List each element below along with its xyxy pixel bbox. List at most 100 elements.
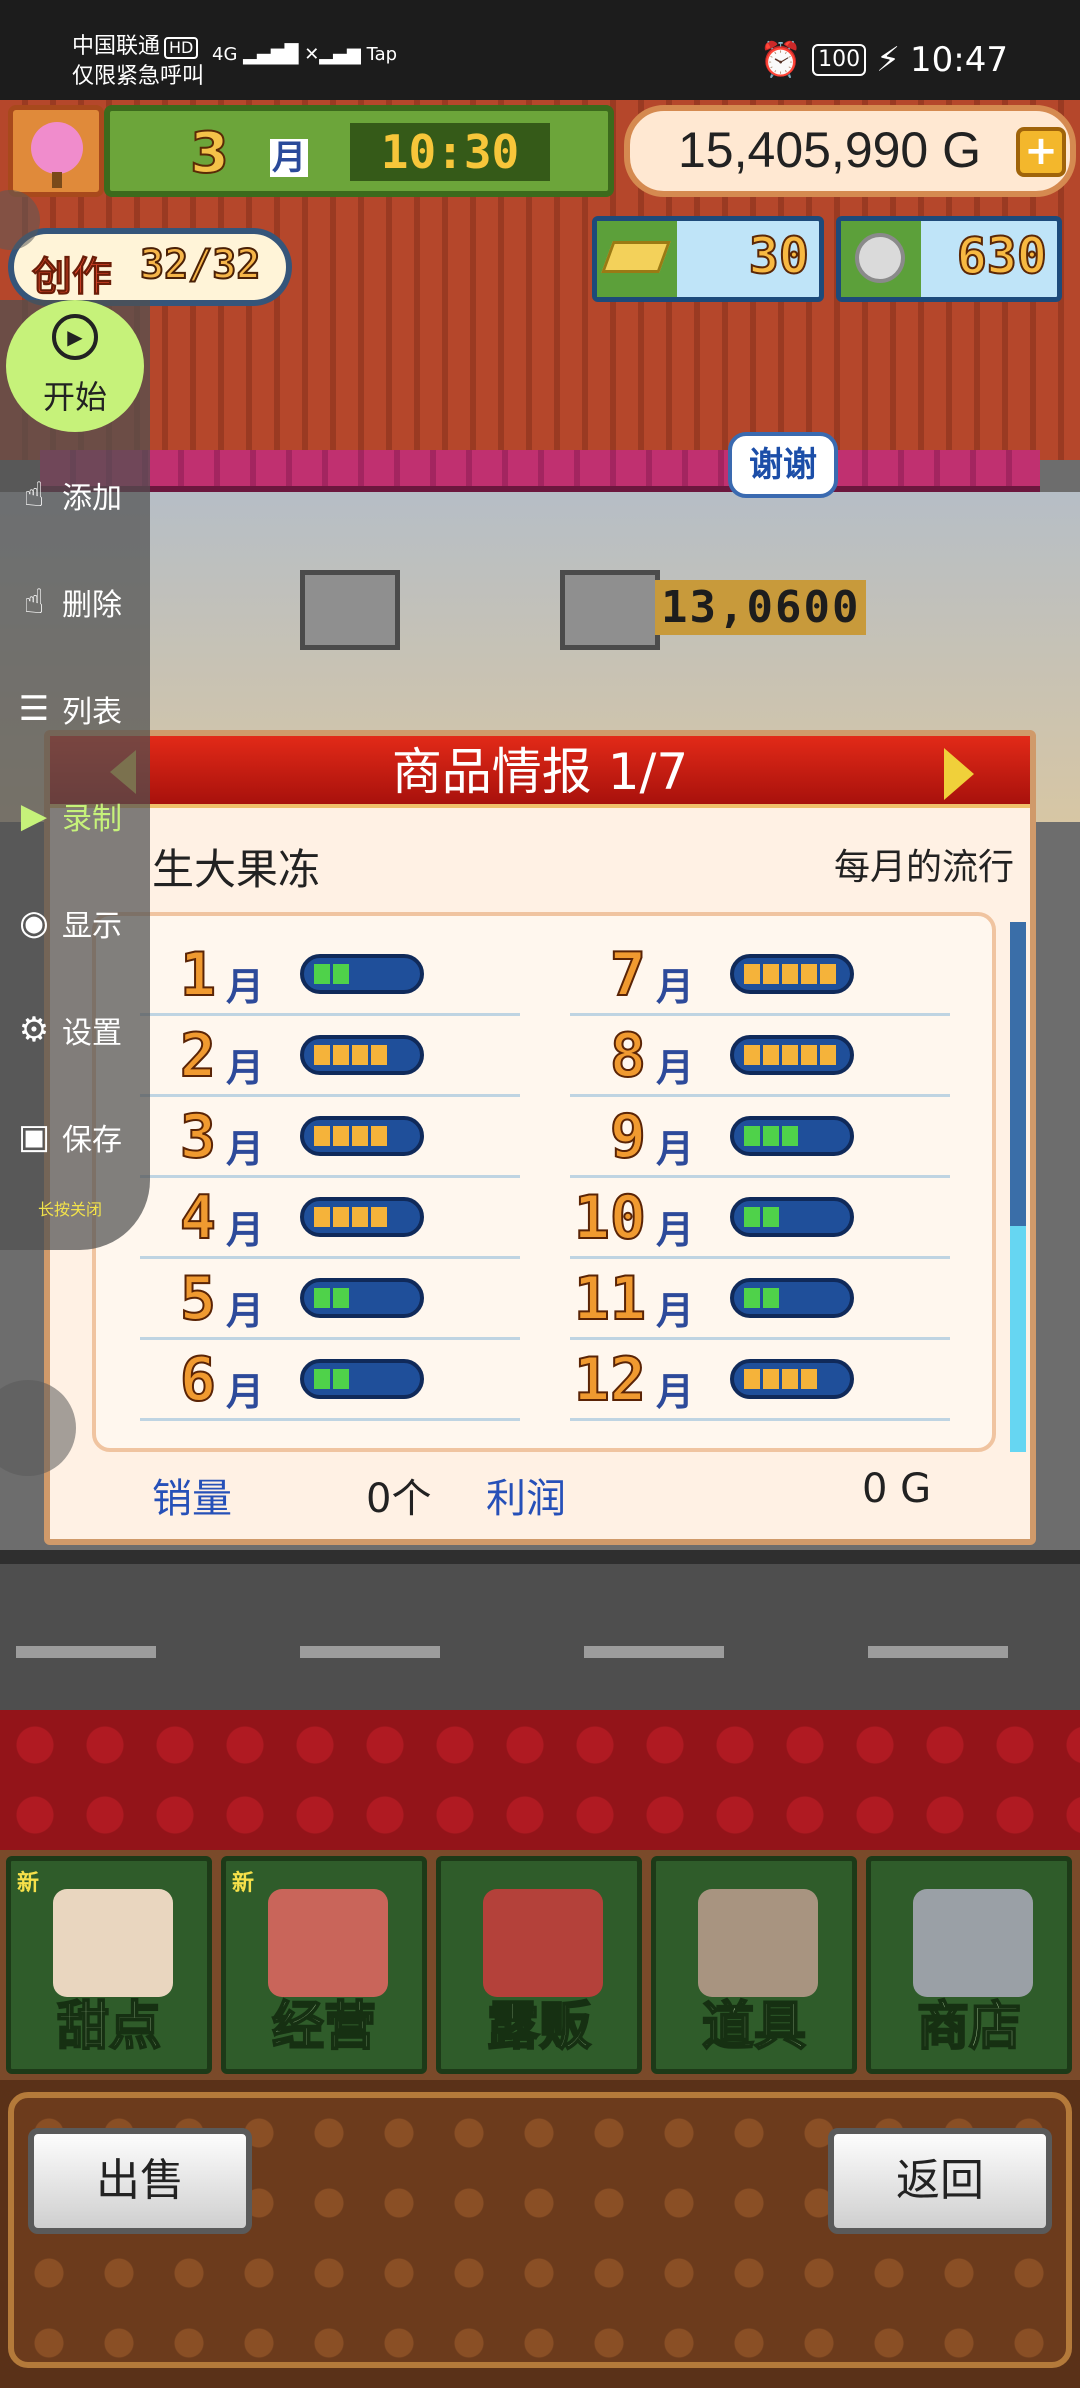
start-button[interactable]: ▶ 开始 [6,300,144,432]
tap-indicator: Tap [366,44,398,65]
month-number: 8 [609,1020,647,1092]
creation-value: 32/32 [139,241,261,289]
game-clock: 10:30 [350,123,550,181]
gauge-segment [371,1126,387,1146]
creation-counter[interactable]: 创作 32/32 [8,228,292,306]
status-bar: 中国联通 HD 仅限紧急呼叫 4G ▂▄▆█ ✕▂▄▆ Tap ⏰ 100 ⚡ 1… [0,0,1080,100]
month-unit: 月 [656,1127,695,1171]
month-trend-row: 1月 [140,936,520,1016]
gauge-segment [820,964,836,984]
gauge-segment [763,1288,779,1308]
month-number: 12 [573,1344,647,1416]
profit-value: 0 G [862,1466,932,1512]
panel-title: 商品情报 1/7 [391,743,689,801]
nav-tab-4[interactable]: 道具 [651,1856,857,2074]
gold-bar-icon [597,221,677,297]
list-icon: ☰ [18,689,50,729]
footer-bar: 出售 返回 [0,2080,1080,2388]
gear-icon: ⚙ [18,1010,50,1050]
month-number: 7 [609,939,647,1011]
sell-button[interactable]: 出售 [28,2128,252,2234]
emergency-text: 仅限紧急呼叫 [72,64,205,89]
calendar-panel: 3 月 10:30 [104,105,614,197]
month-unit: 月 [226,1289,265,1333]
gauge-segment [390,964,406,984]
clock: 10:47 [910,40,1008,80]
carrier-info: 中国联通 HD 仅限紧急呼叫 [72,32,204,92]
shop-avatar[interactable] [8,105,104,197]
popularity-gauge [730,1278,854,1318]
monthly-trend-grid: 1 月 2 月 3 月 4 月 5 月 6 月 7 月 8 月 9 月 10 月 11 月 12 月 [92,912,996,1452]
floating-menu-item[interactable]: ☰ 列表 [12,684,152,734]
back-button[interactable]: 返回 [828,2128,1052,2234]
charging-icon: ⚡ [876,40,901,80]
next-arrow-icon[interactable] [944,748,974,800]
nav-tab-3[interactable]: 露贩 [436,1856,642,2074]
gauge-segment [801,1045,817,1065]
popularity-gauge [730,1116,854,1156]
gauge-segment [314,1288,330,1308]
popularity-gauge [300,1278,424,1318]
month-unit: 月 [270,138,308,178]
month-trend-row: 6月 [140,1341,520,1421]
month-trend-row: 5月 [140,1260,520,1340]
cart-icon [913,1889,1033,1997]
month-number: 3 [179,1101,217,1173]
gauge-segment [801,964,817,984]
gauge-segment [744,1369,760,1389]
gauge-segment [352,1288,368,1308]
play-icon: ▶ [52,314,98,360]
signal-indicator: 4G ▂▄▆█ ✕▂▄▆ Tap [212,44,398,65]
gauge-segment [333,1045,349,1065]
floating-menu-label: 删除 [62,588,122,623]
popularity-gauge [730,1035,854,1075]
lane-mark [868,1646,1008,1658]
battery-indicator: 100 [812,44,867,76]
nav-tab-5[interactable]: 商店 [866,1856,1072,2074]
month-number: 10 [573,1182,647,1254]
gauge-segment [763,1045,779,1065]
floating-menu-item[interactable]: ◉ 显示 [12,898,152,948]
save-icon: ▣ [17,1117,51,1157]
gold-ticket-counter[interactable]: 30 [592,216,824,302]
gauge-segment [371,1369,387,1389]
profit-label: 利润 [486,1476,566,1522]
month-trend-row: 3月 [140,1098,520,1178]
tap-add-icon: ☝ [23,475,45,515]
lane-mark [584,1646,724,1658]
gauge-segment [352,1369,368,1389]
red-carpet [0,1710,1080,1850]
silver-medal-counter[interactable]: 630 [836,216,1062,302]
oven [560,570,660,650]
hd-badge: HD [164,37,199,59]
floating-menu-item[interactable]: ⚙ 设置 [12,1005,152,1055]
floating-menu-item[interactable]: ☝ 删除 [12,577,152,627]
add-money-button[interactable]: + [1016,127,1066,177]
month-number: 4 [179,1182,217,1254]
floating-menu-label: 保存 [62,1123,122,1158]
gauge-segment [782,1207,798,1227]
shop-building-icon [268,1889,388,1997]
network-type: 4G [212,44,238,65]
nav-tab-1[interactable]: 新甜点 [6,1856,212,2074]
nav-tab-2[interactable]: 新经营 [221,1856,427,2074]
nav-tab-label: 商店 [916,1996,1022,2058]
month-unit: 月 [656,1370,695,1414]
oven [300,570,400,650]
sales-value: 0个 [366,1476,432,1522]
gauge-segment [390,1126,406,1146]
gauge-segment [782,964,798,984]
floating-menu-item[interactable]: ▣ 保存 [12,1112,152,1162]
floating-menu-label: 显示 [62,909,122,944]
floating-menu-item[interactable]: ▶ 录制 [12,791,152,841]
month-trend-row: 12 月 [570,1341,950,1421]
silver-medal-shape [855,233,905,283]
gauge-segment [390,1288,406,1308]
gauge-segment [371,1207,387,1227]
month-number: 3 [189,120,230,187]
scrollbar-thumb[interactable] [1010,1226,1026,1452]
nav-tab-label: 道具 [701,1996,807,2058]
money-panel: 15,405,990 G + [624,105,1076,197]
floating-menu-item[interactable]: ☝ 添加 [12,470,152,520]
gauge-segment [782,1045,798,1065]
